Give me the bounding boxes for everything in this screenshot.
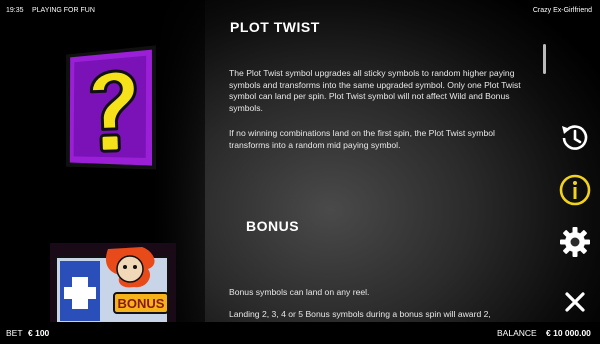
bonus-award-description: Landing 2, 3, 4 or 5 Bonus symbols durin… (229, 309, 491, 319)
plot-twist-fallback-description: If no winning combinations land on the f… (229, 128, 495, 150)
bet-value: € 100 (28, 328, 50, 338)
bonus-symbol-icon: BONUS (50, 243, 176, 325)
scrollbar-thumb[interactable] (543, 44, 546, 74)
section-title-bonus: BONUS (246, 218, 300, 234)
bonus-symbol-label: BONUS (118, 296, 165, 311)
section-title-plot-twist: PLOT TWIST (230, 19, 320, 35)
settings-icon[interactable] (558, 225, 592, 259)
play-mode-label: PLAYING FOR FUN (32, 7, 95, 14)
balance-label: BALANCE (497, 328, 537, 338)
bet-label: BET (6, 328, 23, 338)
history-icon[interactable] (558, 121, 592, 155)
plot-twist-description: The Plot Twist symbol upgrades all stick… (229, 68, 521, 113)
close-icon[interactable] (558, 285, 592, 319)
game-title: Crazy Ex-Girlfriend (532, 7, 592, 14)
plot-twist-symbol-icon (65, 45, 157, 170)
bonus-description: Bonus symbols can land on any reel. (229, 287, 370, 297)
bottom-status-bar: BET € 100 BALANCE € 10 000.00 (0, 322, 600, 344)
info-icon[interactable] (558, 173, 592, 207)
paytable-content: PLOT TWIST The Plot Twist symbol upgrade… (222, 0, 532, 322)
clock: 19:35 (6, 7, 24, 14)
balance-value: € 10 000.00 (546, 328, 591, 338)
